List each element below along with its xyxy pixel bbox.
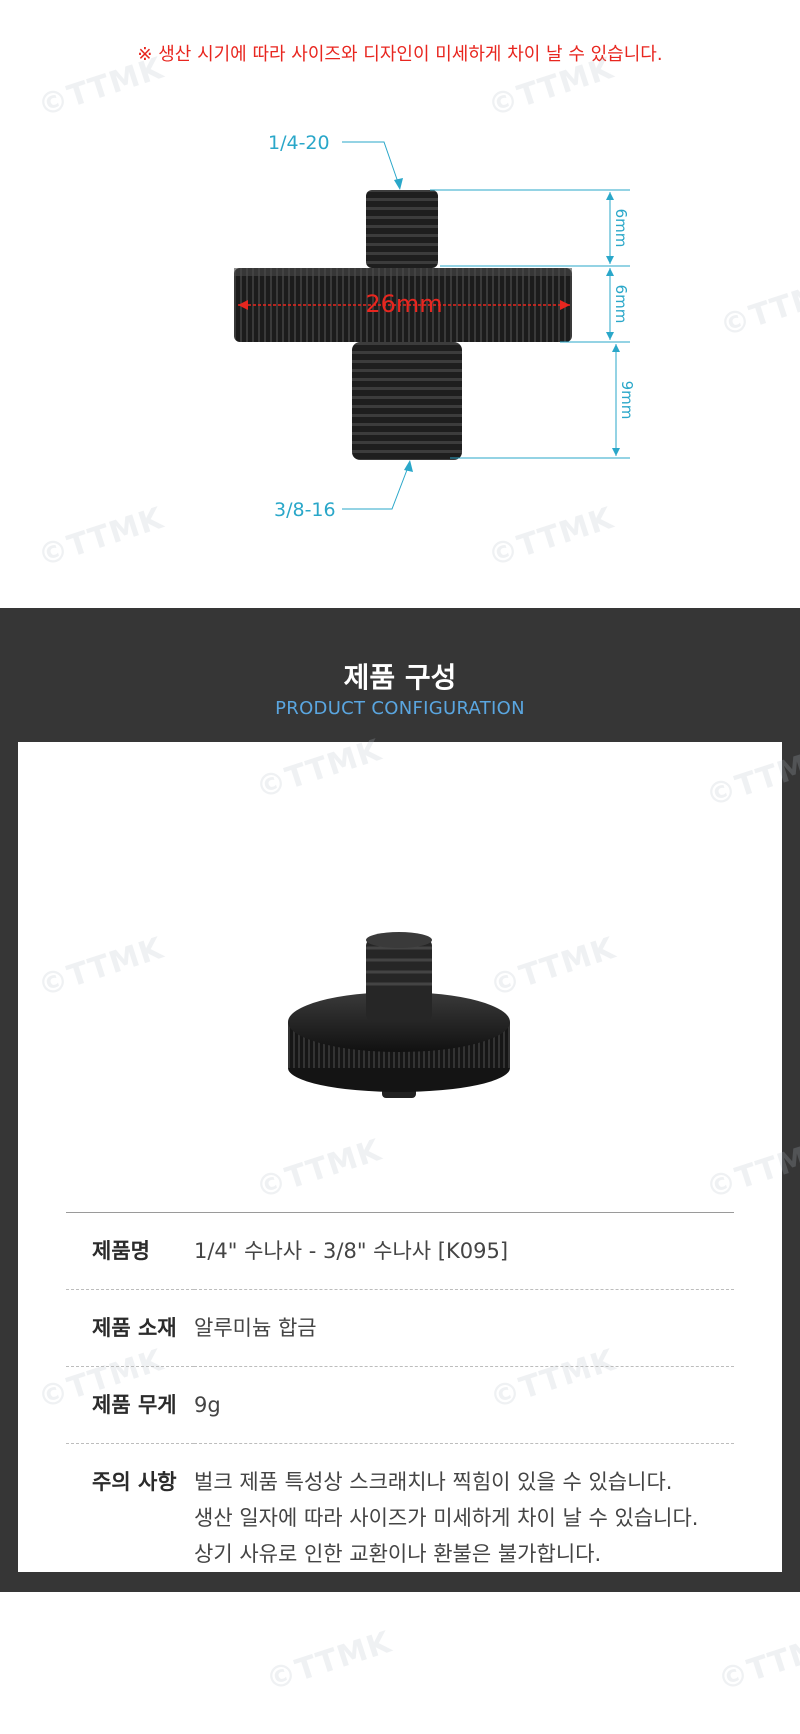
table-row: 제품명 1/4" 수나사 - 3/8" 수나사 [K095]: [66, 1212, 734, 1290]
spec-label: 제품명: [92, 1239, 150, 1263]
dim-top-label: 6mm: [612, 209, 630, 248]
upper-thread: [366, 190, 438, 268]
spec-value-line: 1/4" 수나사 - 3/8" 수나사 [K095]: [194, 1239, 509, 1263]
watermark: ©TTMK: [713, 1624, 800, 1699]
spec-value: 알루미늄 합금: [194, 1290, 734, 1367]
table-row: 제품 무게 9g: [66, 1367, 734, 1444]
section-title: 제품 구성: [343, 661, 457, 694]
spec-label: 제품 무게: [92, 1393, 177, 1417]
spec-label: 주의 사항: [92, 1470, 177, 1494]
spec-value: 벌크 제품 특성상 스크래치나 찍힘이 있을 수 있습니다. 생산 일자에 따라…: [194, 1444, 734, 1593]
dim-bottom-label: 9mm: [618, 381, 636, 420]
section-subtitle: PRODUCT CONFIGURATION: [275, 698, 525, 719]
diameter-label: 26mm: [365, 290, 442, 318]
table-row: 제품 소재 알루미늄 합금: [66, 1290, 734, 1367]
spec-table: 제품명 1/4" 수나사 - 3/8" 수나사 [K095] 제품 소재 알루미…: [66, 1212, 734, 1593]
bottom-spacer: ©TTMK ©TTMK: [0, 1592, 800, 1734]
lower-thread: [352, 342, 462, 460]
spec-value-line: 벌크 제품 특성상 스크래치나 찍힘이 있을 수 있습니다.: [194, 1470, 673, 1494]
spec-value-line: 생산 일자에 따라 사이즈가 미세하게 차이 날 수 있습니다.: [194, 1506, 699, 1530]
spec-value-line: 알루미늄 합금: [194, 1316, 317, 1340]
top-thread-label: 1/4-20: [268, 132, 330, 154]
spec-value: 1/4" 수나사 - 3/8" 수나사 [K095]: [194, 1213, 734, 1290]
product-card: ©TTMK ©TTMK ©TTMK ©TTMK ©TTMK ©TTMK ©TTM…: [18, 733, 800, 1593]
spec-value-line: 9g: [194, 1393, 221, 1417]
spec-value-line: 상기 사유로 인한 교환이나 환불은 불가합니다.: [194, 1542, 602, 1566]
table-row: 주의 사항 벌크 제품 특성상 스크래치나 찍힘이 있을 수 있습니다. 생산 …: [66, 1444, 734, 1593]
watermark: ©TTMK: [261, 1624, 396, 1699]
diagram-section: ※ 생산 시기에 따라 사이즈와 디자인이 미세하게 차이 날 수 있습니다. …: [0, 0, 800, 608]
spec-value: 9g: [194, 1367, 734, 1444]
dim-middle-label: 6mm: [612, 285, 630, 324]
spec-label: 제품 소재: [92, 1316, 177, 1340]
bottom-thread-label: 3/8-16: [274, 499, 336, 521]
product-configuration-section: 제품 구성 PRODUCT CONFIGURATION ©TTMK ©TTMK …: [0, 608, 800, 1593]
